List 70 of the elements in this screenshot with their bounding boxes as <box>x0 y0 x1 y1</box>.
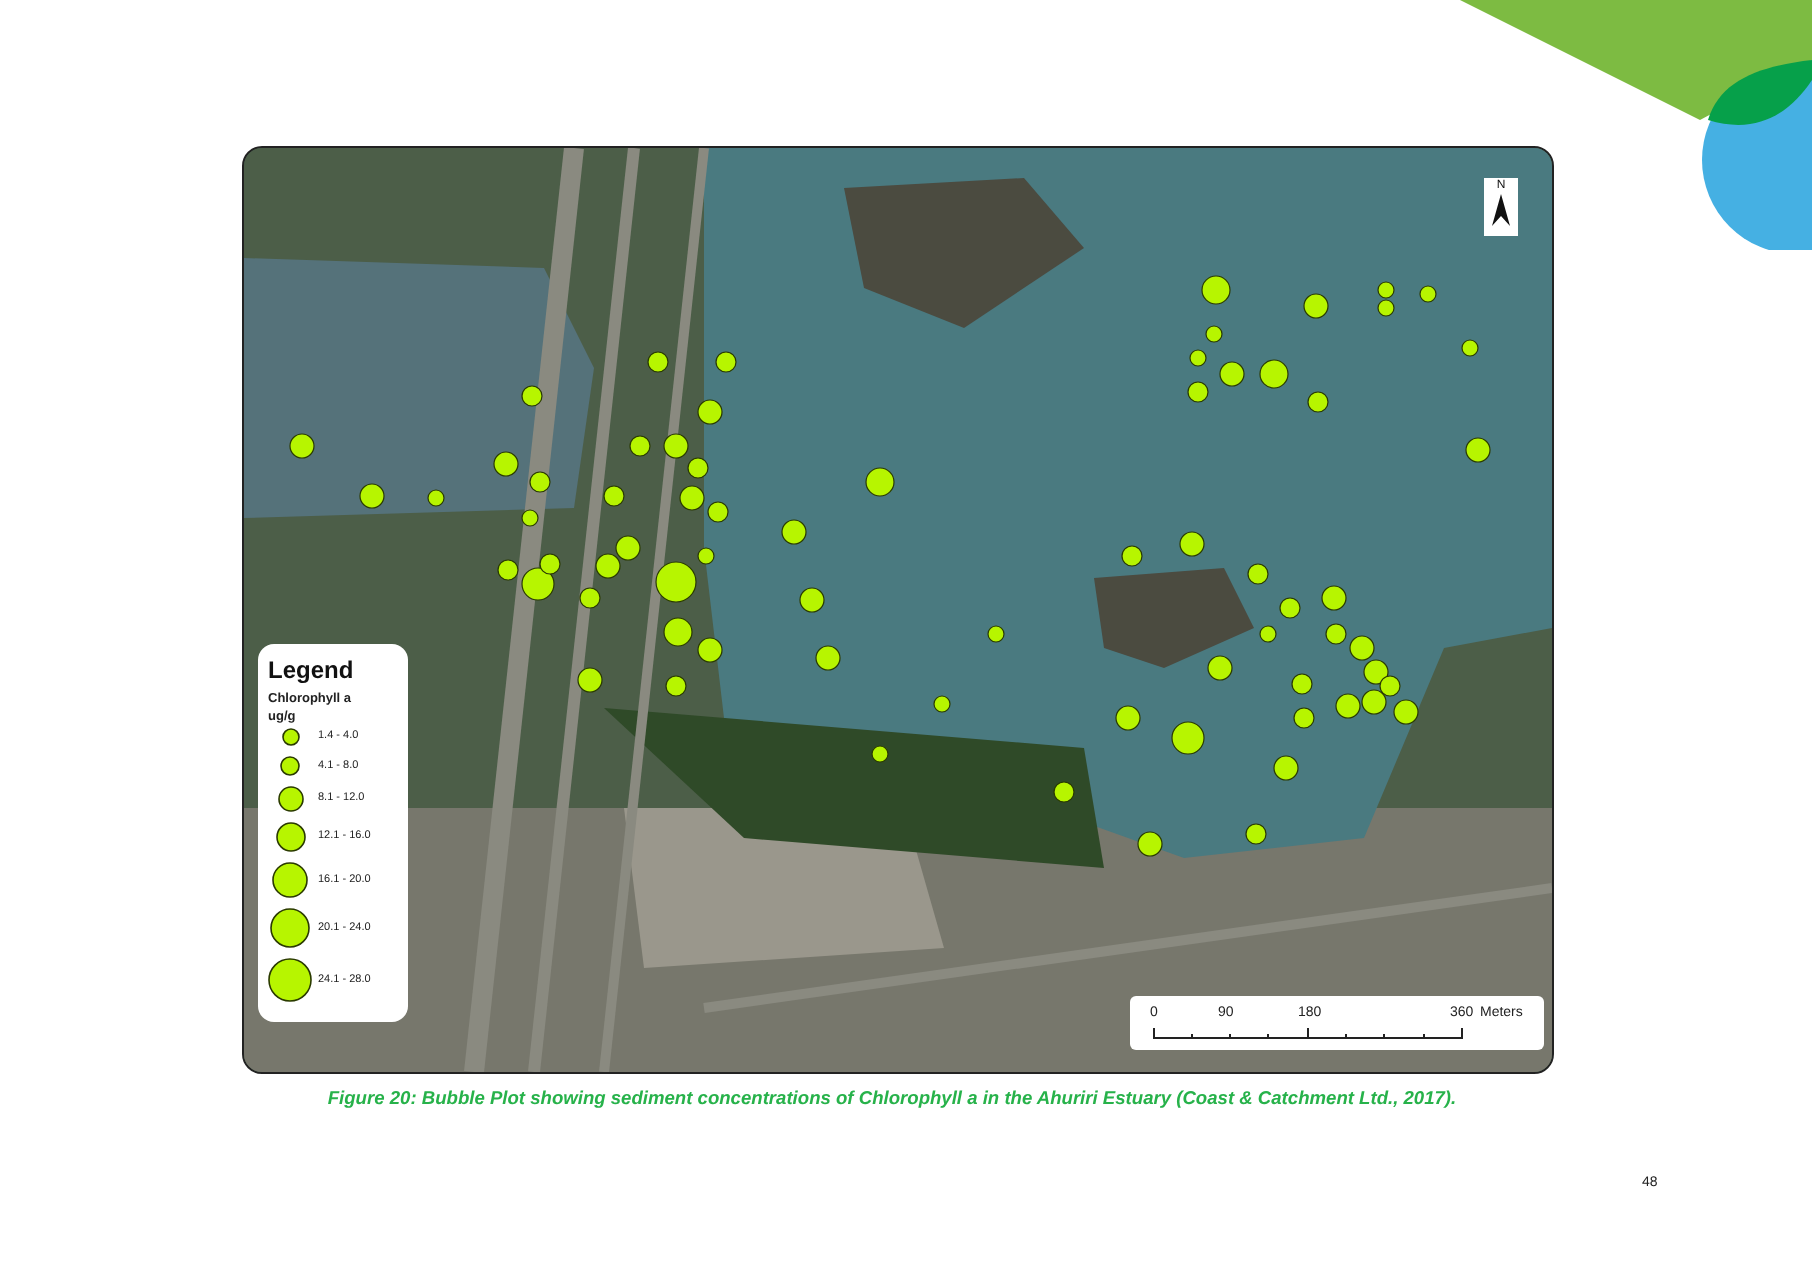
data-bubble <box>697 399 723 425</box>
data-bubble <box>1171 721 1205 755</box>
data-bubble <box>521 509 539 527</box>
data-bubble <box>1361 689 1387 715</box>
legend-title: Legend <box>268 656 356 684</box>
data-bubble <box>1349 635 1375 661</box>
data-bubble <box>1187 381 1209 403</box>
data-bubble <box>1303 293 1329 319</box>
data-bubble <box>615 535 641 561</box>
data-bubble <box>1121 545 1143 567</box>
data-bubble <box>1245 823 1267 845</box>
data-bubble <box>1325 623 1347 645</box>
data-bubble <box>577 667 603 693</box>
data-bubble <box>1393 699 1419 725</box>
figure-caption: Figure 20: Bubble Plot showing sediment concentrations of Chlorophyll a in the Ahuriri Estuary (Coast & Catchment Ltd., 2017). <box>325 1088 1459 1108</box>
data-bubble <box>1363 659 1389 685</box>
data-bubble <box>1293 707 1315 729</box>
data-bubble <box>603 485 625 507</box>
data-bubble <box>799 587 825 613</box>
bubble-symbol-icon <box>268 957 312 1001</box>
data-bubble <box>1419 285 1437 303</box>
data-bubble <box>1115 705 1141 731</box>
data-bubble <box>1465 437 1491 463</box>
data-bubble <box>1137 831 1163 857</box>
data-bubble <box>427 489 445 507</box>
data-bubble <box>521 385 543 407</box>
bubble-symbol-icon <box>270 907 310 947</box>
data-bubble <box>781 519 807 545</box>
data-bubble <box>1247 563 1269 585</box>
data-bubble <box>1201 275 1231 305</box>
data-bubble <box>933 695 951 713</box>
data-bubble <box>493 451 519 477</box>
data-bubble <box>1379 675 1401 697</box>
data-bubble <box>715 351 737 373</box>
data-bubble <box>629 435 651 457</box>
data-bubble <box>707 501 729 523</box>
data-bubble <box>663 617 693 647</box>
north-arrow-icon <box>1492 194 1510 226</box>
data-bubble <box>1179 531 1205 557</box>
data-bubble <box>1291 673 1313 695</box>
data-bubble <box>687 457 709 479</box>
data-bubble <box>871 745 889 763</box>
data-bubble <box>697 637 723 663</box>
data-bubble <box>1321 585 1347 611</box>
bubble-symbol-icon <box>277 785 303 811</box>
data-bubble <box>1335 693 1361 719</box>
data-bubble <box>529 471 551 493</box>
data-bubble <box>1259 359 1289 389</box>
scale-bar-icon <box>1152 1028 1464 1040</box>
data-bubble <box>647 351 669 373</box>
data-bubble <box>579 587 601 609</box>
data-bubble <box>595 553 621 579</box>
data-bubble <box>665 675 687 697</box>
data-bubble <box>1461 339 1479 357</box>
data-bubble <box>1053 781 1075 803</box>
data-bubble <box>1219 361 1245 387</box>
data-bubble <box>663 433 689 459</box>
data-bubble <box>1207 655 1233 681</box>
bubble-symbol-icon <box>272 861 308 897</box>
data-bubble <box>815 645 841 671</box>
data-bubble <box>679 485 705 511</box>
data-bubble <box>865 467 895 497</box>
data-bubble <box>1273 755 1299 781</box>
data-bubble <box>1307 391 1329 413</box>
bubble-symbol-icon <box>275 821 305 851</box>
data-bubble <box>359 483 385 509</box>
data-bubble <box>1279 597 1301 619</box>
data-bubble <box>987 625 1005 643</box>
data-bubble <box>1259 625 1277 643</box>
data-bubble <box>289 433 315 459</box>
